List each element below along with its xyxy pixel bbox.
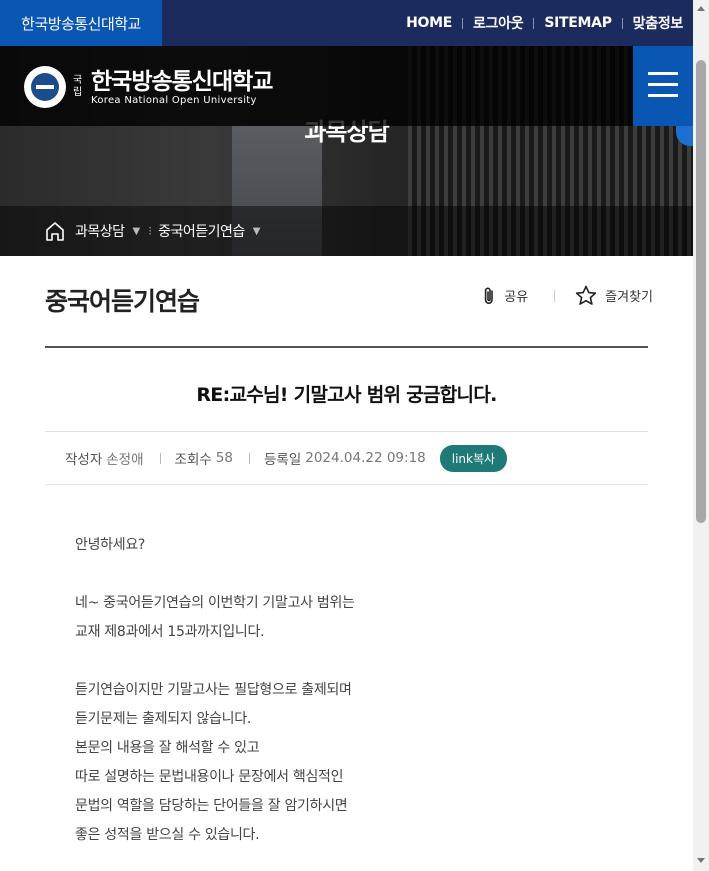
author-label: 작성자	[65, 452, 103, 468]
scrollbar-thumb[interactable]	[696, 60, 706, 523]
body-line: 교재 제8과에서 15과까지입니다.	[75, 624, 265, 640]
body-line: 듣기연습이지만 기말고사는 필답형으로 출제되며	[75, 682, 352, 698]
favorite-button[interactable]: 즐겨찾기	[575, 285, 653, 306]
university-emblem-icon	[24, 66, 66, 108]
scroll-down-arrow-icon[interactable]	[697, 858, 705, 863]
date-label: 등록일	[263, 452, 302, 468]
logo-name-english: Korea National Open University	[91, 94, 257, 106]
divider	[533, 17, 535, 29]
share-button[interactable]: 공유	[482, 286, 528, 306]
body-line: 좋은 성적을 받으실 수 있습니다.	[75, 827, 260, 843]
logo-name-korean: 한국방송통신대학교	[91, 68, 273, 95]
breadcrumb-separator: ⁝	[148, 224, 153, 238]
logo-name: 한국방송통신대학교 Korea National Open University	[91, 68, 273, 106]
logout-link[interactable]: 로그아웃	[473, 13, 524, 33]
breadcrumb-item-level2[interactable]: 중국어듣기연습	[158, 221, 245, 241]
utility-links: HOME 로그아웃 SITEMAP 맞춤정보	[406, 0, 683, 46]
vertical-scrollbar[interactable]	[693, 0, 709, 871]
sitemap-link[interactable]: SITEMAP	[544, 15, 612, 31]
custom-info-link[interactable]: 맞춤정보	[633, 13, 684, 33]
copy-link-button[interactable]: link복사	[439, 444, 508, 472]
divider	[248, 452, 250, 464]
body-line: 본문의 내용을 잘 해석할 수 있고	[75, 740, 260, 756]
post-body: 안녕하세요? 네~ 중국어듣기연습의 이번학기 기말고사 범위는 교재 제8과에…	[45, 485, 648, 850]
home-icon[interactable]	[44, 220, 66, 242]
share-label: 공유	[504, 290, 529, 305]
divider	[621, 17, 623, 29]
body-line: 안녕하세요?	[75, 537, 146, 553]
top-utility-bar: 한국방송통신대학교 HOME 로그아웃 SITEMAP 맞춤정보	[0, 0, 693, 46]
date-value: 2024.04.22 09:18	[305, 450, 426, 466]
body-line: 따로 설명하는 문법내용이나 문장에서 핵심적인	[75, 769, 344, 785]
page-header: 중국어듣기연습 공유 즐겨찾기	[45, 256, 653, 348]
breadcrumb-item-level1[interactable]: 과목상담	[75, 221, 125, 241]
page-actions: 공유 즐겨찾기	[482, 285, 653, 306]
body-line	[75, 647, 648, 676]
hamburger-menu-button[interactable]	[633, 46, 693, 126]
hamburger-icon	[648, 94, 678, 97]
chevron-down-icon[interactable]: ▼	[253, 226, 261, 237]
post-meta: 작성자 손정애 조회수 58 등록일 2024.04.22 09:18 link…	[45, 432, 648, 485]
logo-small-text: 국립	[73, 75, 83, 98]
body-line: 듣기문제는 출제되지 않습니다.	[75, 711, 251, 727]
university-logo[interactable]: 국립 한국방송통신대학교 Korea National Open Univers…	[24, 66, 273, 108]
main-content: 중국어듣기연습 공유 즐겨찾기 RE:교수님! 기말고사 범위 궁금합니다. 작…	[45, 256, 653, 850]
breadcrumb: 과목상담 ▼ ⁝ 중국어듣기연습 ▼	[0, 206, 693, 256]
divider	[159, 452, 161, 464]
home-link[interactable]: HOME	[406, 15, 452, 31]
university-site-tab[interactable]: 한국방송통신대학교	[0, 0, 162, 46]
scroll-up-arrow-icon[interactable]	[697, 6, 705, 11]
hamburger-icon	[648, 83, 678, 86]
divider	[462, 17, 463, 29]
views-label: 조회수	[174, 452, 212, 468]
author-value: 손정애	[106, 452, 144, 468]
post-title: RE:교수님! 기말고사 범위 궁금합니다.	[45, 348, 648, 432]
hero-banner: 과목상담 국립 한국방송통신대학교 Korea National Open Un…	[0, 46, 693, 256]
favorite-label: 즐겨찾기	[605, 290, 653, 305]
page-title: 중국어듣기연습	[45, 287, 200, 316]
body-line: 문법의 역할을 담당하는 단어들을 잘 암기하시면	[75, 798, 348, 814]
body-line: 네~ 중국어듣기연습의 이번학기 기말고사 범위는	[75, 595, 355, 611]
star-icon	[575, 285, 597, 305]
body-line	[75, 560, 648, 589]
chevron-down-icon[interactable]: ▼	[133, 226, 141, 237]
views-value: 58	[215, 450, 233, 466]
hamburger-icon	[648, 72, 678, 75]
paperclip-icon	[485, 287, 494, 304]
divider	[554, 289, 556, 302]
